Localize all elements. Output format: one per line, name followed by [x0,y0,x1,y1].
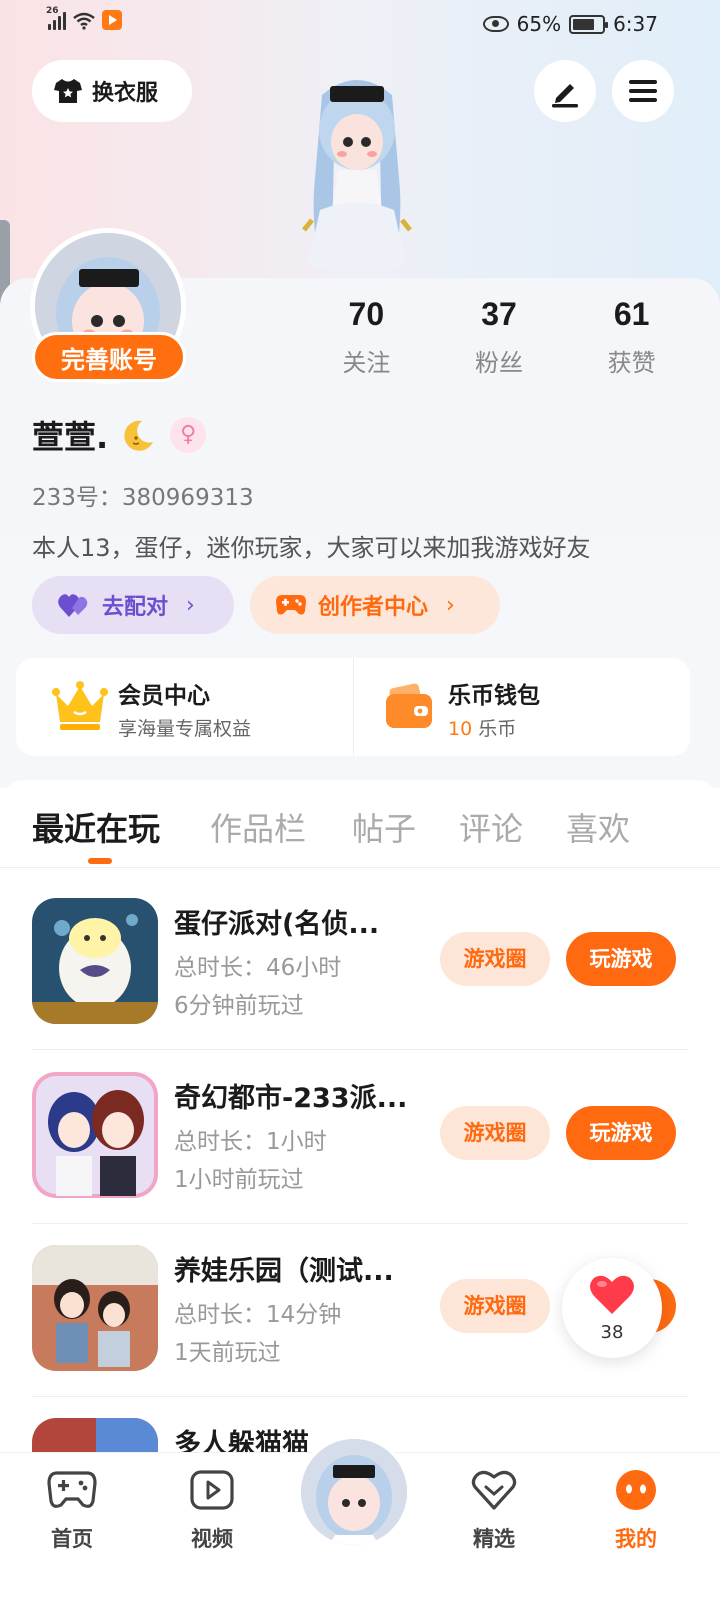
face-icon [616,1470,656,1510]
character-avatar-3d[interactable] [282,70,432,280]
game-thumbnail [32,898,158,1024]
game-duration: 总时长：14分钟 [174,1302,342,1328]
edit-profile-button[interactable] [534,60,596,122]
change-outfit-label: 换衣服 [92,81,159,106]
vip-center-entry[interactable]: 会员中心 享海量专属权益 [16,658,353,756]
bottom-navigation: 首页 视频 精选 我的 [0,1435,720,1600]
chevron-right-icon: › [446,592,455,618]
tab-posts[interactable]: 帖子 [352,804,416,850]
vip-center-subtitle: 享海量专属权益 [118,718,252,740]
tab-comments[interactable]: 评论 [459,804,523,850]
signal-icon: 26 [46,6,66,30]
game-item[interactable]: 蛋仔派对(名侦... 总时长：46小时 6分钟前玩过 游戏圈 玩游戏 [32,876,688,1050]
stat-label: 粉丝 [475,349,523,377]
menu-button[interactable] [612,60,674,122]
nav-mine[interactable]: 我的 [596,1469,676,1553]
play-game-button[interactable]: 玩游戏 [566,1106,676,1160]
gamepad-icon [276,595,306,615]
stat-value: 37 [481,296,517,332]
match-button[interactable]: 去配对 › [32,576,234,634]
game-title: 养娃乐园（测试... [174,1256,394,1287]
stat-likes[interactable]: 61 获赞 [565,296,698,378]
nav-home[interactable]: 首页 [32,1469,112,1553]
nav-label: 首页 [51,1527,93,1551]
tab-indicator [88,858,112,864]
game-circle-button[interactable]: 游戏圈 [440,1106,550,1160]
profile-stats: 70 关注 37 粉丝 61 获赞 [300,296,698,378]
nav-label: 精选 [473,1527,515,1551]
heart-diamond-icon [471,1470,517,1510]
change-outfit-button[interactable]: 换衣服 [32,60,192,122]
game-last-played: 1天前玩过 [174,1340,281,1366]
network-type: 26 [46,6,59,16]
stat-value: 61 [613,296,650,332]
stat-followers[interactable]: 37 粉丝 [433,296,566,378]
gamepad-icon [47,1471,97,1508]
game-circle-button[interactable]: 游戏圈 [440,932,550,986]
hearts-icon [58,594,88,617]
wallet-unit: 乐币 [478,718,517,740]
game-duration: 总时长：46小时 [174,955,342,981]
wallet-title: 乐币钱包 [448,683,540,709]
wallet-balance: 10 乐币 [448,714,516,741]
nav-label: 我的 [615,1527,657,1551]
play-game-button[interactable]: 玩游戏 [566,932,676,986]
bio: 本人13，蛋仔，迷你玩家，大家可以来加我游戏好友 [32,534,591,562]
nickname: 萱萱. [32,418,109,456]
chevron-right-icon: › [186,592,195,618]
match-label: 去配对 [102,595,169,620]
game-thumbnail [32,1245,158,1371]
nav-avatar[interactable] [297,1435,411,1549]
creator-center-button[interactable]: 创作者中心 › [250,576,500,634]
like-count: 38 [600,1322,624,1343]
avatar-image [301,1439,407,1545]
tab-likes[interactable]: 喜欢 [566,804,630,850]
game-last-played: 6分钟前玩过 [174,993,304,1019]
game-circle-button[interactable]: 游戏圈 [440,1279,550,1333]
status-bar: 26 65% 6:37 [0,0,720,48]
nav-label: 视频 [191,1527,233,1551]
game-last-played: 1小时前玩过 [174,1167,304,1193]
nav-featured[interactable]: 精选 [454,1469,534,1553]
game-item[interactable]: 奇幻都市-233派... 总时长：1小时 1小时前玩过 游戏圈 玩游戏 [32,1050,688,1224]
eye-comfort-icon [482,16,509,32]
floating-like-button[interactable]: 38 [562,1258,662,1358]
tshirt-icon [54,79,82,103]
moon-icon [124,420,154,451]
clock: 6:37 [613,12,658,36]
tab-recent[interactable]: 最近在玩 [32,804,160,850]
tab-works[interactable]: 作品栏 [210,804,306,850]
services-card: 会员中心 享海量专属权益 乐币钱包 10 乐币 [16,658,690,756]
heart-icon [590,1275,634,1314]
stat-value: 70 [348,296,385,332]
creator-center-label: 创作者中心 [318,595,429,620]
nav-video[interactable]: 视频 [172,1469,252,1553]
stat-label: 获赞 [607,349,656,377]
battery-percent: 65% [516,12,562,36]
user-id: 233号：380969313 [32,485,254,511]
stat-label: 关注 [342,349,391,377]
game-thumbnail [32,1072,158,1198]
crown-icon [52,681,108,730]
game-title: 蛋仔派对(名侦... [174,909,380,940]
vip-center-title: 会员中心 [118,683,210,709]
wifi-icon [73,12,95,30]
battery-icon [569,14,609,34]
app-notification-icon [102,10,122,30]
wallet-icon [386,683,432,728]
complete-account-badge[interactable]: 完善账号 [32,332,186,382]
wallet-amount: 10 [448,718,473,740]
content-tabs: 最近在玩 作品栏 帖子 评论 喜欢 [0,780,720,868]
wallet-entry[interactable]: 乐币钱包 10 乐币 [353,658,690,756]
video-icon [190,1470,234,1510]
menu-icon [629,80,657,102]
game-title: 奇幻都市-233派... [174,1083,408,1114]
female-gender-icon: ♀ [170,417,207,453]
nickname-row: 萱萱. ♀ [32,412,207,458]
game-duration: 总时长：1小时 [174,1129,327,1155]
stat-following[interactable]: 70 关注 [300,296,433,378]
edit-icon [552,84,578,108]
